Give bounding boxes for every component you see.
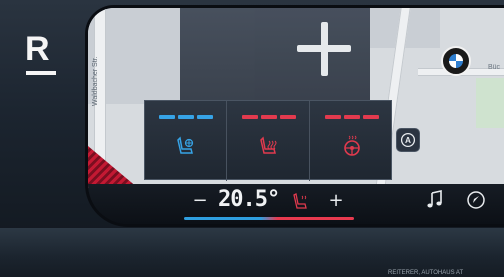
temperature-decrease-button[interactable]: − xyxy=(190,190,210,212)
navigation-icon[interactable] xyxy=(466,190,486,210)
seat-heat-icon xyxy=(260,136,277,154)
level-segment xyxy=(242,115,258,119)
level-segment xyxy=(178,115,194,119)
level-indicator xyxy=(242,115,296,121)
steering-wheel-heat-icon xyxy=(344,135,360,156)
level-indicator xyxy=(325,115,379,121)
photo-credit: REITERER, AUTOHAUS AT xyxy=(388,270,464,276)
climate-quick-panel xyxy=(144,100,393,181)
level-segment xyxy=(159,115,175,119)
photo-frame: Waldbacher Str. Büc A − 20.5° + R REITER… xyxy=(0,0,504,277)
temperature-increase-button[interactable]: + xyxy=(326,190,346,212)
level-segment xyxy=(197,115,213,119)
watermark-letter: R xyxy=(25,30,50,68)
auto-icon: A xyxy=(400,132,416,148)
level-segment xyxy=(325,115,341,119)
music-note-icon[interactable] xyxy=(426,190,444,210)
level-segment xyxy=(261,115,277,119)
climate-bottom-bar: − 20.5° + xyxy=(88,184,504,224)
seat-heat-indicator-icon xyxy=(293,193,307,209)
watermark-underline xyxy=(26,71,56,75)
steering-wheel-heating-button[interactable] xyxy=(311,101,393,181)
watermark-logo: R xyxy=(25,31,65,79)
auto-climate-button[interactable]: A xyxy=(396,128,420,152)
level-segment xyxy=(363,115,379,119)
infotainment-screen: Waldbacher Str. Büc A − 20.5° + xyxy=(88,8,504,224)
map-place-label: Büc xyxy=(488,64,501,71)
level-segment xyxy=(344,115,360,119)
level-indicator xyxy=(159,115,213,121)
seat-fan-icon xyxy=(177,136,194,154)
auto-label: A xyxy=(405,136,411,145)
add-widget-panel[interactable] xyxy=(180,8,370,104)
temperature-indicator-bar xyxy=(184,217,354,220)
temperature-value[interactable]: 20.5° xyxy=(218,186,280,214)
seat-ventilation-button[interactable] xyxy=(145,101,227,181)
bmw-logo[interactable] xyxy=(441,46,471,76)
plus-icon xyxy=(297,22,351,76)
level-segment xyxy=(280,115,296,119)
map-park xyxy=(476,78,504,128)
street-label: Waldbacher Str. xyxy=(92,56,99,106)
seat-heating-button[interactable] xyxy=(228,101,310,181)
bmw-roundel xyxy=(449,54,463,68)
